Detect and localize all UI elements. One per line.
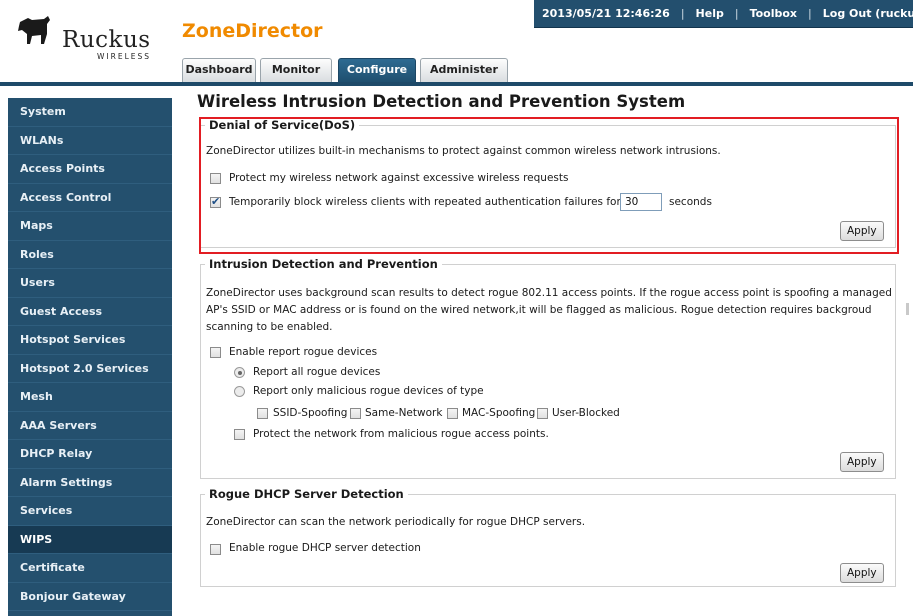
sidebar: System WLANs Access Points Access Contro… — [8, 98, 172, 616]
sidebar-item-guest-access[interactable]: Guest Access — [8, 298, 172, 326]
dos-apply-button[interactable]: Apply — [840, 221, 884, 241]
dos-description: ZoneDirector utilizes built-in mechanism… — [206, 145, 721, 157]
enable-rogue-dhcp-label: Enable rogue DHCP server detection — [229, 542, 421, 554]
datetime: 2013/05/21 12:46:26 — [542, 7, 670, 20]
sidebar-item-roles[interactable]: Roles — [8, 241, 172, 269]
help-link[interactable]: Help — [696, 0, 724, 27]
ssid-spoofing-checkbox[interactable] — [257, 408, 268, 419]
sidebar-item-access-points[interactable]: Access Points — [8, 155, 172, 184]
logo-subtext: WIRELESS — [97, 52, 152, 61]
report-malicious-label: Report only malicious rogue devices of t… — [253, 385, 484, 397]
protect-network-checkbox[interactable] — [234, 429, 245, 440]
report-all-label: Report all rogue devices — [253, 366, 381, 378]
sidebar-item-users[interactable]: Users — [8, 269, 172, 298]
dhcp-section: Rogue DHCP Server Detection — [200, 487, 896, 587]
block-seconds-input[interactable] — [620, 193, 662, 211]
idp-apply-button[interactable]: Apply — [840, 452, 884, 472]
report-malicious-radio[interactable] — [234, 386, 245, 397]
toolbox-link[interactable]: Toolbox — [750, 0, 797, 27]
product-name: ZoneDirector — [182, 20, 323, 42]
sidebar-item-wlans[interactable]: WLANs — [8, 127, 172, 155]
idp-description: ZoneDirector uses background scan result… — [206, 287, 892, 333]
sidebar-item-certificate[interactable]: Certificate — [8, 554, 172, 583]
tab-dashboard[interactable]: Dashboard — [182, 58, 256, 82]
enable-report-rogue-label: Enable report rogue devices — [229, 346, 378, 358]
dos-legend: Denial of Service(DoS) — [209, 118, 356, 132]
logout-link[interactable]: Log Out (ruckus) — [823, 0, 913, 27]
sidebar-item-aaa-servers[interactable]: AAA Servers — [8, 412, 172, 440]
sidebar-item-alarm-settings[interactable]: Alarm Settings — [8, 469, 172, 497]
tab-configure[interactable]: Configure — [338, 58, 416, 82]
block-clients-label: Temporarily block wireless clients with … — [229, 196, 621, 208]
idp-legend: Intrusion Detection and Prevention — [209, 257, 438, 271]
user-blocked-label: User-Blocked — [552, 407, 620, 419]
sidebar-item-dhcp-relay[interactable]: DHCP Relay — [8, 440, 172, 469]
sidebar-item-wips[interactable]: WIPS — [8, 525, 172, 554]
protect-requests-checkbox[interactable] — [210, 173, 221, 184]
page-title: Wireless Intrusion Detection and Prevent… — [197, 92, 686, 111]
sidebar-item-bonjour-gateway[interactable]: Bonjour Gateway — [8, 583, 172, 611]
sidebar-item-maps[interactable]: Maps — [8, 212, 172, 241]
same-network-checkbox[interactable] — [350, 408, 361, 419]
logo-text: Ruckus — [62, 27, 151, 53]
scrollbar-mark[interactable] — [906, 303, 909, 315]
mac-spoofing-label: MAC-Spoofing — [462, 407, 536, 419]
protect-requests-label: Protect my wireless network against exce… — [229, 172, 569, 184]
sidebar-item-system[interactable]: System — [8, 98, 172, 127]
enable-report-rogue-checkbox[interactable] — [210, 347, 221, 358]
sidebar-item-services[interactable]: Services — [8, 497, 172, 526]
tab-monitor[interactable]: Monitor — [260, 58, 332, 82]
user-blocked-checkbox[interactable] — [537, 408, 548, 419]
ruckus-logo: Ruckus WIRELESS — [14, 10, 164, 61]
ssid-spoofing-label: SSID-Spoofing — [273, 407, 348, 419]
sidebar-item-hotspot-services[interactable]: Hotspot Services — [8, 326, 172, 355]
separator: | — [808, 7, 812, 20]
same-network-label: Same-Network — [365, 407, 443, 419]
protect-network-label: Protect the network from malicious rogue… — [253, 428, 549, 440]
separator: | — [680, 7, 685, 20]
block-clients-checkbox[interactable] — [210, 195, 221, 208]
dhcp-apply-button[interactable]: Apply — [840, 563, 884, 583]
dhcp-description: ZoneDirector can scan the network period… — [206, 516, 586, 528]
dhcp-legend: Rogue DHCP Server Detection — [209, 487, 404, 501]
mac-spoofing-checkbox[interactable] — [447, 408, 458, 419]
seconds-unit-label: seconds — [669, 196, 712, 208]
top-bar: 2013/05/21 12:46:26 | Help | Toolbox | Log Out… — [534, 0, 913, 28]
sidebar-item-mesh[interactable]: Mesh — [8, 383, 172, 412]
tab-administer[interactable]: Administer — [420, 58, 508, 82]
separator: | — [734, 7, 739, 20]
sidebar-item-access-control[interactable]: Access Control — [8, 184, 172, 212]
report-all-radio[interactable] — [234, 367, 245, 378]
enable-rogue-dhcp-checkbox[interactable] — [210, 544, 221, 555]
dog-icon — [18, 16, 50, 44]
header-divider — [0, 82, 913, 86]
sidebar-item-hotspot-2-services[interactable]: Hotspot 2.0 Services — [8, 355, 172, 383]
